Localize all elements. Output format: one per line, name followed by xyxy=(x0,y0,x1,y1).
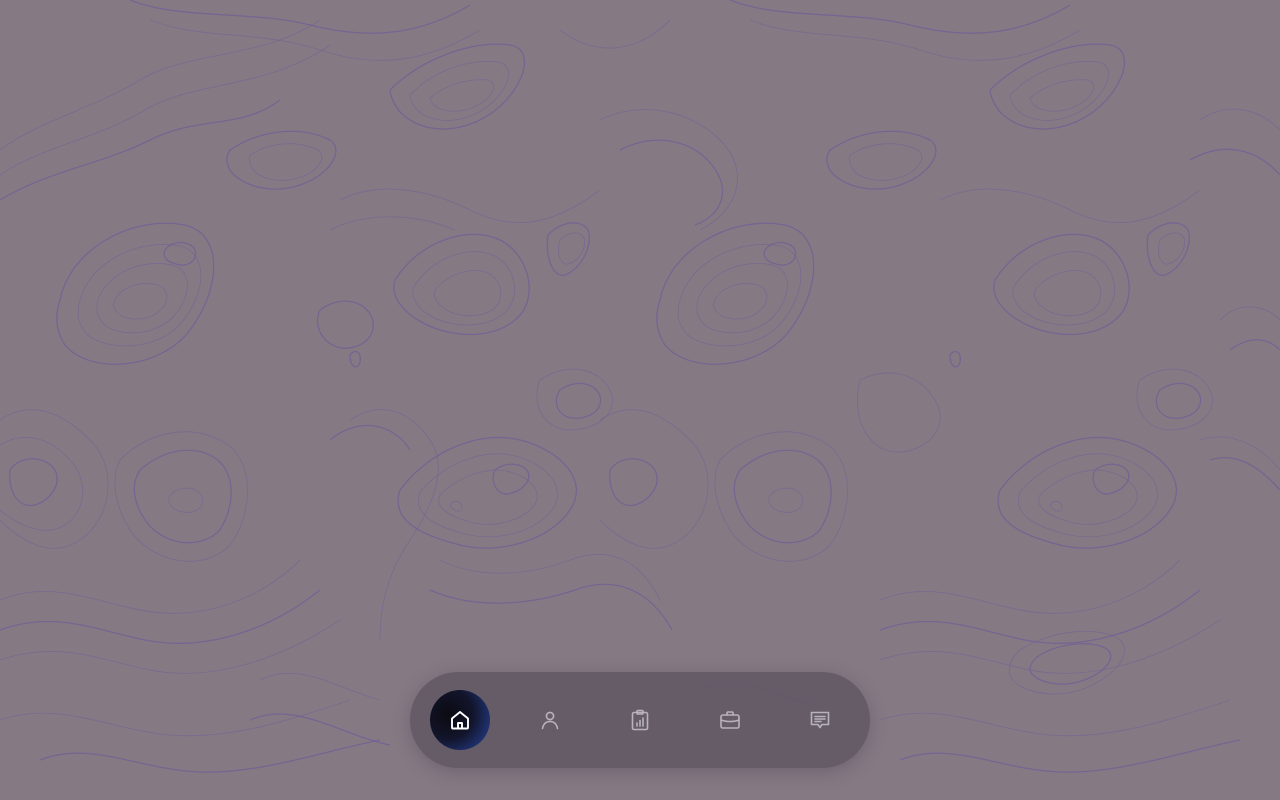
nav-messages-button[interactable] xyxy=(790,690,850,750)
bottom-dock-nav xyxy=(410,672,870,768)
nav-home-button[interactable] xyxy=(430,690,490,750)
briefcase-icon xyxy=(720,711,740,729)
nav-portfolio-button[interactable] xyxy=(700,690,760,750)
home-icon xyxy=(451,711,469,730)
clipboard-chart-icon xyxy=(631,709,649,731)
nav-reports-button[interactable] xyxy=(610,690,670,750)
message-icon xyxy=(810,711,830,729)
user-icon xyxy=(541,711,559,730)
nav-profile-button[interactable] xyxy=(520,690,580,750)
